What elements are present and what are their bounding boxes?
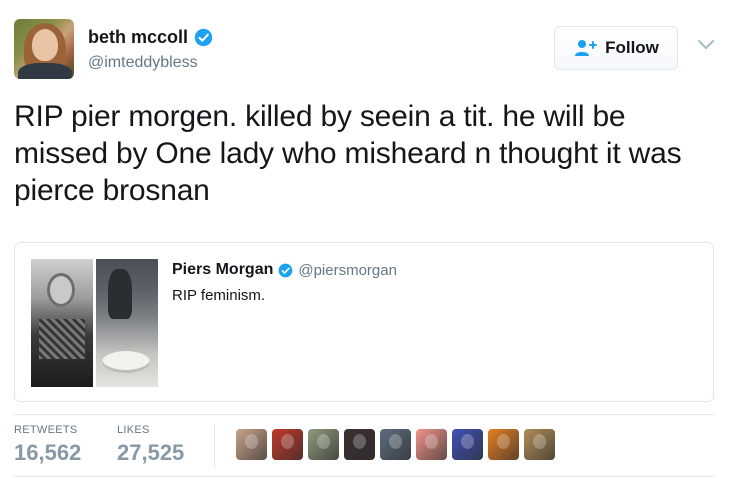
liker-avatar[interactable] (488, 429, 519, 460)
image-sink (102, 351, 150, 373)
quoted-author-handle[interactable]: @piersmorgan (298, 262, 397, 279)
liker-avatar[interactable] (344, 429, 375, 460)
stats-divider-bottom (14, 476, 714, 477)
image-mirror-figure (108, 269, 132, 319)
verified-badge-icon (278, 263, 293, 278)
likes-stat[interactable]: LIKES 27,525 (117, 424, 184, 466)
quoted-tweet-image-1[interactable] (31, 259, 93, 387)
avatar-face (32, 29, 58, 61)
liker-avatar[interactable] (236, 429, 267, 460)
retweets-count: 16,562 (14, 440, 82, 465)
retweets-stat[interactable]: RETWEETS 16,562 (14, 424, 81, 466)
verified-badge-icon (194, 28, 213, 47)
liker-avatar[interactable] (308, 429, 339, 460)
quoted-tweet[interactable]: Piers Morgan @piersmorgan RIP feminism. (14, 242, 714, 402)
tweet-text: RIP pier morgen. killed by seein a tit. … (14, 100, 682, 207)
liker-avatar[interactable] (452, 429, 483, 460)
quoted-author-name[interactable]: Piers Morgan (172, 261, 273, 279)
liker-avatar[interactable] (524, 429, 555, 460)
add-user-icon (573, 38, 598, 58)
author-name-row[interactable]: beth mccoll (88, 27, 213, 48)
image-portrait-dress (39, 319, 85, 359)
liker-avatar[interactable] (416, 429, 447, 460)
liker-avatars (236, 429, 555, 460)
likes-label: LIKES (117, 424, 150, 436)
follow-button[interactable]: Follow (554, 26, 678, 70)
liker-avatar[interactable] (380, 429, 411, 460)
author-display-name[interactable]: beth mccoll (88, 27, 188, 48)
quoted-tweet-header: Piers Morgan @piersmorgan (172, 261, 397, 279)
retweets-label: RETWEETS (14, 424, 78, 436)
chevron-down-icon[interactable] (697, 38, 715, 50)
stats-separator (214, 424, 215, 468)
avatar-body (18, 63, 72, 79)
author-avatar[interactable] (14, 19, 74, 79)
quoted-tweet-image-2[interactable] (96, 259, 158, 387)
follow-button-label: Follow (605, 38, 659, 57)
tweet-card: beth mccoll @imteddybless Follow RIP pie… (0, 0, 742, 484)
author-handle[interactable]: @imteddybless (88, 54, 198, 72)
stats-divider-top (14, 414, 714, 415)
quoted-tweet-text: RIP feminism. (172, 287, 266, 304)
image-portrait-head (47, 273, 75, 307)
likes-count: 27,525 (117, 440, 185, 465)
liker-avatar[interactable] (272, 429, 303, 460)
